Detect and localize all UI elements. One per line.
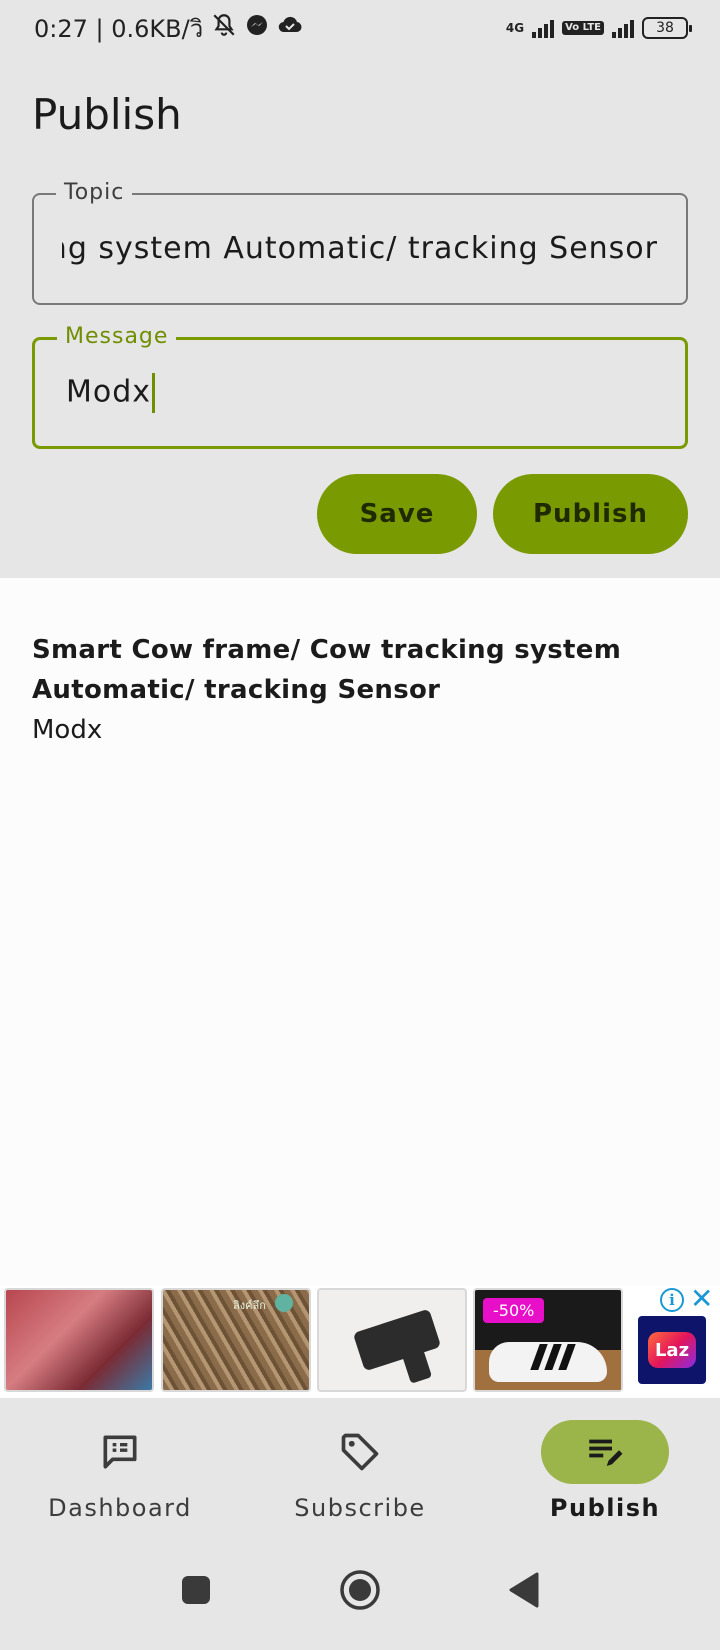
nav-pill — [296, 1420, 424, 1484]
publish-button[interactable]: Publish — [493, 474, 688, 554]
ad-close-icon[interactable]: ✕ — [690, 1284, 713, 1314]
ad-tile-caption: ลิงค์ลึก — [233, 1299, 266, 1312]
signal-icon-2 — [612, 18, 634, 38]
topic-value: Smart Cow frame/ Cow tracking system Aut… — [62, 231, 658, 266]
signal-icon — [532, 18, 555, 38]
nav-pill-active — [541, 1420, 669, 1484]
tag-icon — [341, 1433, 379, 1471]
bottom-nav: Dashboard Subscribe Publish — [0, 1398, 720, 1528]
message-field[interactable]: Message Modx — [32, 324, 688, 449]
ad-image-sneaker[interactable]: -50% — [473, 1288, 623, 1392]
status-time-speed: 0:27 | 0.6KB/วิ — [34, 14, 204, 43]
ad-tile-badge-icon — [275, 1294, 293, 1312]
messenger-icon — [245, 13, 269, 43]
mute-bell-icon — [211, 12, 237, 44]
publish-edit-icon — [589, 1439, 623, 1466]
home-button[interactable] — [330, 1560, 390, 1620]
back-triangle-icon — [509, 1572, 539, 1608]
ad-image-pistol[interactable] — [317, 1288, 467, 1392]
pistol-shape — [352, 1308, 442, 1372]
ad-info-icon[interactable]: i — [660, 1288, 684, 1312]
ad-image-grain[interactable]: ลิงค์ลึก — [161, 1288, 311, 1392]
status-left: 0:27 | 0.6KB/วิ — [34, 9, 303, 48]
message-input[interactable]: Modx — [66, 373, 657, 413]
message-value: Modx — [66, 374, 152, 410]
cloud-check-icon — [277, 13, 303, 43]
nav-item-publish[interactable]: Publish — [485, 1398, 720, 1528]
list-item[interactable]: Smart Cow frame/ Cow tracking system Aut… — [32, 630, 672, 750]
status-right: 4G Vo LTE 38 — [505, 17, 692, 39]
message-text: Modx — [32, 715, 103, 745]
nav-item-subscribe[interactable]: Subscribe — [240, 1398, 480, 1528]
topic-input[interactable]: Smart Cow frame/ Cow tracking system Aut… — [62, 231, 658, 266]
battery-level: 38 — [656, 20, 674, 36]
ad-banner[interactable]: ลิงค์ลึก -50% Laz i ✕ — [0, 1284, 720, 1398]
message-topic: Smart Cow frame/ Cow tracking system Aut… — [32, 635, 622, 705]
page-title: Publish — [32, 90, 182, 139]
lazada-brand: Laz — [648, 1332, 696, 1368]
nav-label: Publish — [549, 1494, 661, 1522]
network-type: 4G — [505, 21, 525, 35]
nav-label: Dashboard — [48, 1494, 192, 1522]
publish-form-panel: Publish Topic Smart Cow frame/ Cow track… — [0, 56, 720, 578]
lazada-logo[interactable]: Laz — [638, 1316, 706, 1384]
volte-badge: Vo LTE — [562, 21, 604, 35]
square-icon — [182, 1576, 210, 1604]
message-label: Message — [57, 324, 177, 349]
status-bar: 0:27 | 0.6KB/วิ 4G Vo LTE 38 — [0, 0, 720, 56]
topic-label: Topic — [56, 180, 133, 205]
text-caret — [152, 373, 156, 413]
recents-button[interactable] — [166, 1560, 226, 1620]
circle-icon — [340, 1570, 380, 1610]
system-nav — [0, 1528, 720, 1650]
dashboard-icon — [103, 1435, 137, 1469]
save-button[interactable]: Save — [317, 474, 477, 554]
back-button[interactable] — [494, 1560, 554, 1620]
nav-label: Subscribe — [294, 1494, 426, 1522]
topic-field[interactable]: Topic Smart Cow frame/ Cow tracking syst… — [32, 180, 688, 305]
battery-icon: 38 — [642, 17, 692, 39]
discount-badge: -50% — [483, 1298, 545, 1323]
nav-pill — [56, 1420, 184, 1484]
ad-image-sweet-potato[interactable] — [4, 1288, 154, 1392]
nav-item-dashboard[interactable]: Dashboard — [0, 1398, 240, 1528]
